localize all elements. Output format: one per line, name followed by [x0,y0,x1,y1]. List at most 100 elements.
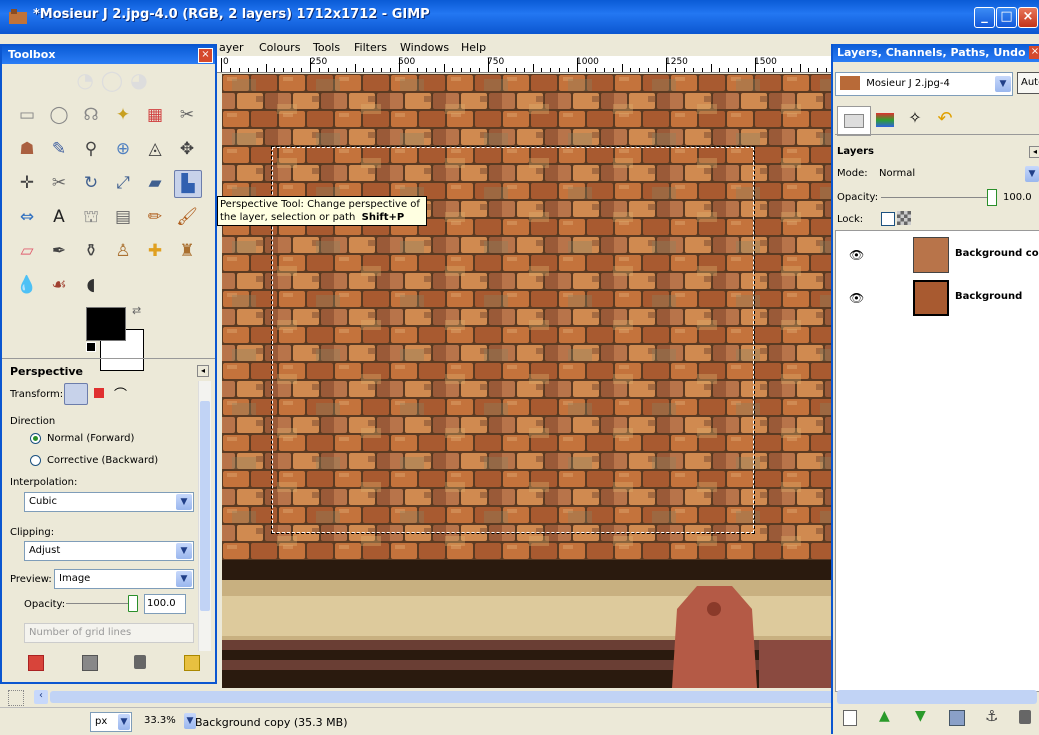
tab-layers[interactable] [837,106,871,136]
paintbrush-icon[interactable]: 🖌 [174,204,200,230]
quick-mask-icon[interactable] [8,690,24,706]
smudge-icon[interactable]: ☙ [46,272,72,298]
image-select[interactable]: Mosieur J 2.jpg-4 ▼ [835,72,1013,96]
rect-select-icon[interactable]: ▭ [14,102,40,128]
options-scrollbar[interactable] [198,381,211,651]
ink-icon[interactable]: ⚱ [78,238,104,264]
color-picker-icon[interactable]: ⚲ [78,136,104,162]
zoom-icon[interactable]: ⊕ [110,136,136,162]
horizontal-scrollbar[interactable]: ‹ [0,688,839,706]
preview-select[interactable]: Image ▼ [54,569,194,589]
configure-tab-icon[interactable]: ◂ [197,365,209,377]
radio-corrective[interactable] [30,455,41,466]
grid-lines-select[interactable]: Number of grid lines [24,623,194,643]
pencil-icon[interactable]: ✏ [142,204,168,230]
layer-row[interactable]: 👁 Background copy [835,234,1039,277]
bucket-fill-icon[interactable]: ⛫ [78,204,104,230]
new-layer-icon[interactable] [843,710,857,726]
transform-selection-button[interactable] [94,388,104,398]
transform-layer-button[interactable] [64,383,88,405]
layer-opacity-track[interactable] [881,197,989,198]
close-button[interactable]: × [1018,7,1038,28]
toolbox-close-button[interactable]: × [198,48,213,63]
menu-filters[interactable]: Filters [354,41,387,54]
blur-icon[interactable]: 💧 [14,272,40,298]
opacity-slider-track[interactable] [66,603,130,604]
horizontal-ruler[interactable]: 0 250 500 750 1000 1250 1500 [217,56,839,73]
menu-colours[interactable]: Colours [259,41,300,54]
interpolation-select[interactable]: Cubic ▼ [24,492,194,512]
layer-opacity-value[interactable]: 100.0 [1003,192,1032,203]
save-options-icon[interactable] [28,655,44,671]
eye-icon[interactable]: 👁 [849,248,871,262]
opacity-spin[interactable]: 100.0 [144,594,186,614]
flip-icon[interactable]: ⇔ [14,204,40,230]
tab-undo[interactable]: ↶ [931,108,959,134]
layer-opacity-handle[interactable] [987,189,997,206]
menu-layer[interactable]: ayer [219,41,244,54]
paths-tool-icon[interactable]: ✎ [46,136,72,162]
move-icon[interactable]: ✥ [174,136,200,162]
free-select-icon[interactable]: ☊ [78,102,104,128]
ellipse-select-icon[interactable]: ◯ [46,102,72,128]
clone-icon[interactable]: ♙ [110,238,136,264]
restore-options-icon[interactable] [82,655,98,671]
lock-pixels-checkbox[interactable] [881,212,895,226]
foreground-color-swatch[interactable] [86,307,126,341]
text-icon[interactable]: A [46,204,72,230]
scroll-left-button[interactable]: ‹ [34,690,48,704]
blend-icon[interactable]: ▤ [110,204,136,230]
ruler-tick [639,68,641,72]
auto-button[interactable]: Auto [1017,72,1039,94]
tab-paths[interactable]: ✧ [901,108,929,134]
scroll-thumb[interactable] [50,691,835,703]
layer-list-scrollbar[interactable] [837,690,1037,704]
minimize-button[interactable]: _ [974,7,995,28]
delete-layer-icon[interactable] [1019,710,1031,724]
ruler-tick [666,58,667,72]
dodge-burn-icon[interactable]: ◖ [78,272,104,298]
tab-channels[interactable] [871,108,899,134]
eraser-icon[interactable]: ▱ [14,238,40,264]
maximize-button[interactable]: □ [996,7,1017,28]
perspective-icon[interactable]: ▙ [174,170,202,198]
configure-tab-icon[interactable]: ◂ [1029,146,1039,158]
image-canvas[interactable] [222,74,839,688]
perspective-clone-icon[interactable]: ♜ [174,238,200,264]
dock-close-button[interactable]: × [1029,46,1039,59]
fuzzy-select-icon[interactable]: ✦ [110,102,136,128]
opacity-slider-handle[interactable] [128,595,138,612]
reset-options-icon[interactable] [184,655,200,671]
foreground-select-icon[interactable]: ☗ [14,136,40,162]
radio-normal[interactable] [30,433,41,444]
menu-help[interactable]: Help [461,41,486,54]
swap-colors-icon[interactable]: ⇄ [132,304,141,317]
rotate-icon[interactable]: ↻ [78,170,104,196]
raise-layer-icon[interactable]: ▲ [879,708,890,724]
airbrush-icon[interactable]: ✒ [46,238,72,264]
align-icon[interactable]: ✛ [14,170,40,196]
scissors-icon[interactable]: ✂ [174,102,200,128]
mode-value[interactable]: Normal [879,168,915,179]
zoom-select[interactable]: 33.3% ▼ [140,712,196,732]
scale-icon[interactable]: ⤢ [110,170,136,196]
menu-tools[interactable]: Tools [313,41,340,54]
measure-icon[interactable]: ◬ [142,136,168,162]
clipping-select[interactable]: Adjust ▼ [24,541,194,561]
eye-icon[interactable]: 👁 [849,291,871,305]
heal-icon[interactable]: ✚ [142,238,168,264]
select-by-color-icon[interactable]: ▦ [142,102,168,128]
lower-layer-icon[interactable]: ▼ [915,708,926,724]
duplicate-layer-icon[interactable] [949,710,965,726]
shear-icon[interactable]: ▰ [142,170,168,196]
menu-windows[interactable]: Windows [400,41,449,54]
transform-path-button[interactable]: ⌒ [114,384,127,403]
anchor-layer-icon[interactable]: ⚓ [985,707,998,725]
unit-select[interactable]: px ▼ [90,712,132,732]
crop-icon[interactable]: ✂ [46,170,72,196]
delete-options-icon[interactable] [134,655,146,669]
chevron-down-icon[interactable]: ▼ [1025,166,1039,182]
layer-row[interactable]: 👁 Background [835,277,1039,320]
default-colors-icon[interactable] [86,342,96,352]
lock-alpha-icon[interactable] [897,211,911,225]
